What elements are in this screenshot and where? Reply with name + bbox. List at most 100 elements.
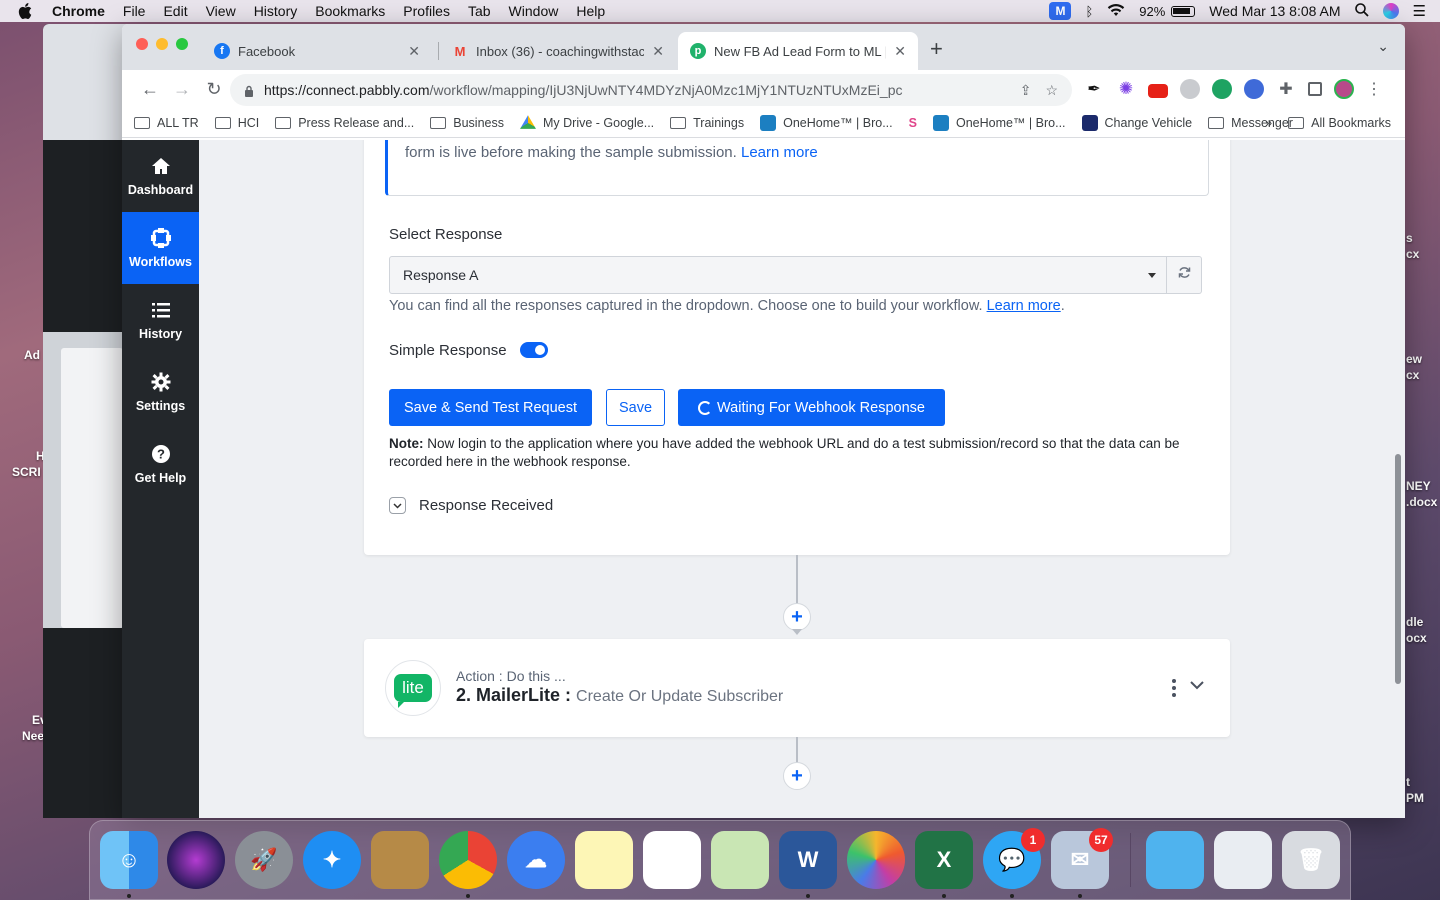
chrome-menu-icon[interactable]: ⋮ xyxy=(1366,79,1382,99)
all-bookmarks-button[interactable]: All Bookmarks xyxy=(1288,116,1391,130)
refresh-responses-button[interactable] xyxy=(1167,256,1202,294)
profile-avatar[interactable] xyxy=(1334,79,1354,99)
bookmark-folder-trainings[interactable]: Trainings xyxy=(670,116,744,130)
bookmark-star-icon[interactable]: ☆ xyxy=(1045,82,1058,99)
desktop-label[interactable]: SCRI xyxy=(12,465,41,480)
excel-icon[interactable]: X xyxy=(915,831,973,889)
green-extension-icon[interactable] xyxy=(1212,79,1232,99)
response-received-toggle[interactable]: Response Received xyxy=(389,497,553,514)
side-panel-icon[interactable] xyxy=(1308,82,1322,96)
desktop-label[interactable]: ew xyxy=(1406,352,1422,367)
battery-icon[interactable] xyxy=(1171,5,1196,17)
share-icon[interactable]: ⇪ xyxy=(1020,82,1032,99)
zoom-window-button[interactable] xyxy=(176,38,188,50)
bookmark-folder-hci[interactable]: HCI xyxy=(214,116,259,130)
desktop-label[interactable]: .docx xyxy=(1406,495,1437,510)
add-step-button[interactable]: + xyxy=(783,603,811,631)
sidebar-item-dashboard[interactable]: Dashboard xyxy=(122,140,199,212)
purple-extension-icon[interactable]: ✺ xyxy=(1116,79,1136,99)
close-tab-icon[interactable]: ✕ xyxy=(652,43,664,60)
menu-window[interactable]: Window xyxy=(509,3,559,19)
tab-search-chevron-icon[interactable]: ⌄ xyxy=(1377,38,1389,55)
menu-app-name[interactable]: Chrome xyxy=(52,3,105,19)
grey-extension-icon[interactable] xyxy=(1180,79,1200,99)
tab-gmail[interactable]: M Inbox (36) - coachingwithstacy ✕ xyxy=(440,32,676,70)
menu-history[interactable]: History xyxy=(254,3,298,19)
bluetooth-icon[interactable]: ᛒ xyxy=(1085,4,1093,19)
desktop-label[interactable]: NEY xyxy=(1406,479,1431,494)
tab-pabbly[interactable]: p New FB Ad Lead Form to ML | P ✕ xyxy=(678,32,918,70)
menu-profiles[interactable]: Profiles xyxy=(403,3,450,19)
notes-icon[interactable] xyxy=(575,831,633,889)
new-tab-icon[interactable]: + xyxy=(930,36,943,62)
wifi-icon[interactable] xyxy=(1107,3,1125,20)
close-window-button[interactable] xyxy=(136,38,148,50)
apple-logo-icon[interactable] xyxy=(18,3,32,19)
minimize-window-button[interactable] xyxy=(156,38,168,50)
more-options-icon[interactable] xyxy=(1172,679,1176,697)
menu-bookmarks[interactable]: Bookmarks xyxy=(315,3,385,19)
safari-icon[interactable]: ✦ xyxy=(303,831,361,889)
youtube-extension-icon[interactable] xyxy=(1148,83,1168,98)
malwarebytes-icon[interactable]: M xyxy=(1049,2,1072,20)
bookmark-folder-press-release[interactable]: Press Release and... xyxy=(275,116,414,130)
contacts-icon[interactable] xyxy=(371,831,429,889)
launchpad-icon[interactable]: 🚀 xyxy=(235,831,293,889)
address-bar[interactable]: https://connect.pabbly.com/workflow/mapp… xyxy=(230,74,1072,106)
add-step-button[interactable]: + xyxy=(783,762,811,790)
spotlight-search-icon[interactable] xyxy=(1354,2,1369,20)
desktop-label[interactable]: ocx xyxy=(1406,631,1427,646)
desktop-label[interactable]: s xyxy=(1406,231,1413,246)
bookmark-onehome-2[interactable]: OneHome™ | Bro... xyxy=(932,114,1066,131)
siri-app-icon[interactable] xyxy=(167,831,225,889)
bookmark-s[interactable]: S xyxy=(909,116,917,130)
bookmark-folder-business[interactable]: Business xyxy=(430,116,504,130)
bookmark-folder-all-tr[interactable]: ALL TR xyxy=(134,116,199,130)
background-browser-window[interactable] xyxy=(43,24,133,818)
puzzle-extensions-icon[interactable]: ✚ xyxy=(1276,79,1296,99)
menu-help[interactable]: Help xyxy=(576,3,605,19)
site-info-icon[interactable] xyxy=(244,84,254,97)
close-tab-icon[interactable]: ✕ xyxy=(894,43,906,60)
sidebar-item-settings[interactable]: Settings xyxy=(122,356,199,428)
reload-icon[interactable]: ↻ xyxy=(198,79,230,100)
menu-file[interactable]: File xyxy=(123,3,146,19)
close-tab-icon[interactable]: ✕ xyxy=(408,43,420,60)
desktop-label[interactable]: cx xyxy=(1406,368,1419,383)
desktop-label[interactable]: Ad xyxy=(24,348,40,363)
waiting-webhook-response-button[interactable]: Waiting For Webhook Response xyxy=(678,389,945,426)
trash-icon[interactable]: 🗑 xyxy=(1282,831,1340,889)
menu-edit[interactable]: Edit xyxy=(163,3,187,19)
photos-icon[interactable] xyxy=(847,831,905,889)
learn-more-link[interactable]: Learn more xyxy=(987,298,1061,314)
desktop-label[interactable]: cx xyxy=(1406,247,1419,262)
bookmark-onehome-1[interactable]: OneHome™ | Bro... xyxy=(760,114,893,131)
maps-icon[interactable] xyxy=(711,831,769,889)
tab-facebook[interactable]: f Facebook ✕ xyxy=(202,32,432,70)
sidebar-item-workflows[interactable]: Workflows xyxy=(122,212,199,284)
finder-icon[interactable]: ☺ xyxy=(100,831,158,889)
cloud-upload-icon[interactable]: ☁ xyxy=(507,831,565,889)
reminders-icon[interactable] xyxy=(643,831,701,889)
save-send-test-request-button[interactable]: Save & Send Test Request xyxy=(389,389,592,426)
blue-extension-icon[interactable] xyxy=(1244,79,1264,99)
sidebar-item-history[interactable]: History xyxy=(122,284,199,356)
menu-view[interactable]: View xyxy=(206,3,236,19)
sidebar-item-get-help[interactable]: ? Get Help xyxy=(122,428,199,500)
desktop-label[interactable]: dle xyxy=(1406,615,1423,630)
simple-response-toggle[interactable] xyxy=(520,342,548,358)
save-button[interactable]: Save xyxy=(606,389,665,426)
expand-chevron-icon[interactable] xyxy=(1190,677,1204,695)
bookmark-my-drive[interactable]: My Drive - Google... xyxy=(520,115,654,131)
desktop-label[interactable]: t xyxy=(1406,775,1410,790)
action-step-card[interactable]: lite Action : Do this ... 2. MailerLite … xyxy=(364,639,1230,737)
word-icon[interactable]: W xyxy=(779,831,837,889)
back-icon[interactable]: ← xyxy=(134,79,166,100)
clock[interactable]: Wed Mar 13 8:08 AM xyxy=(1209,3,1340,19)
control-center-icon[interactable]: ☰ xyxy=(1413,2,1426,20)
recent-screenshot-icon[interactable] xyxy=(1214,831,1272,889)
learn-more-link[interactable]: Learn more xyxy=(741,144,818,161)
forward-icon[interactable]: → xyxy=(166,79,198,100)
siri-icon[interactable] xyxy=(1382,3,1399,19)
downloads-folder-icon[interactable] xyxy=(1146,831,1204,889)
